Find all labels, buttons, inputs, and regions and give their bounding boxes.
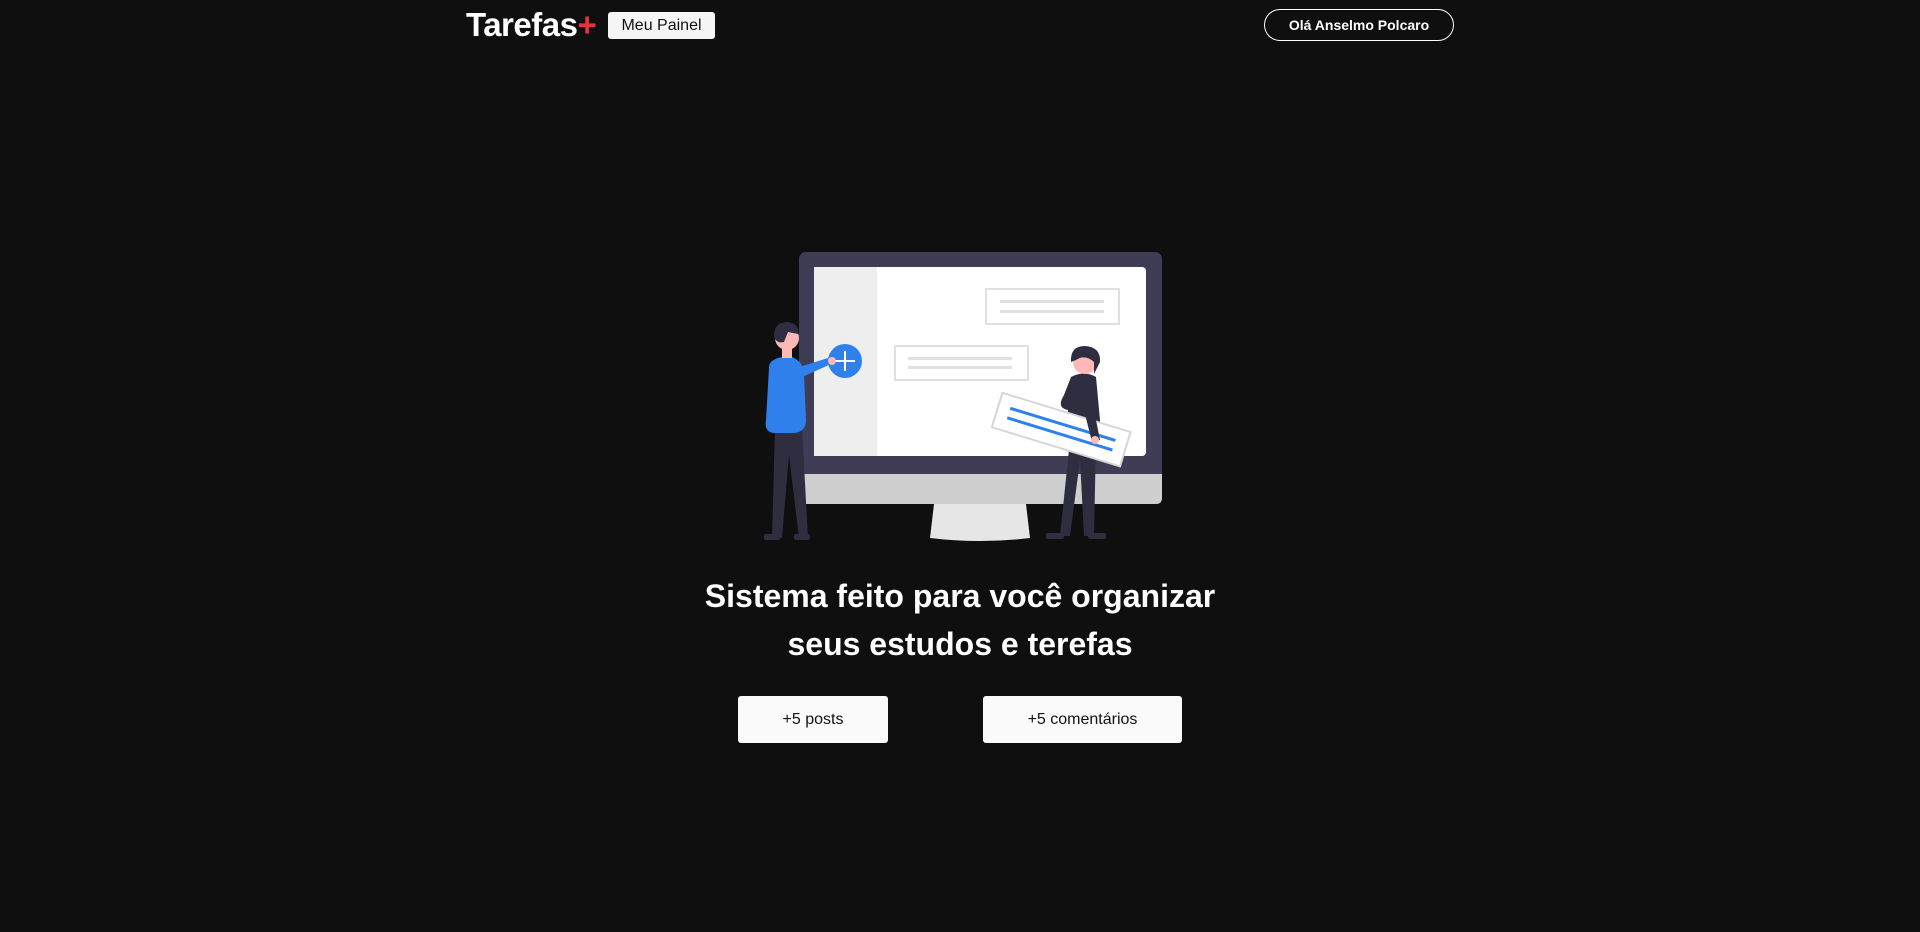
posts-count-box: +5 posts [738, 696, 888, 743]
logo-text: Tarefas [466, 6, 578, 43]
screen-card [985, 288, 1120, 325]
monitor-chin [799, 474, 1162, 504]
monitor-stand [930, 504, 1030, 541]
hero-title: Sistema feito para você organizar seus e… [560, 572, 1360, 668]
my-panel-button[interactable]: Meu Painel [608, 12, 715, 39]
hero-title-line-2: seus estudos e terefas [787, 626, 1133, 662]
man-legs [772, 428, 808, 538]
user-greeting-button[interactable]: Olá Anselmo Polcaro [1264, 9, 1454, 41]
hero-title-line-1: Sistema feito para você organizar [704, 578, 1216, 614]
logo-plus: + [577, 6, 597, 43]
screen-card [894, 345, 1029, 381]
logo[interactable]: Tarefas+ [466, 5, 597, 45]
top-header: Tarefas+ Meu Painel Olá Anselmo Polcaro [0, 0, 1920, 50]
hero-illustration [764, 252, 1162, 541]
comments-count-box: +5 comentários [983, 696, 1182, 743]
